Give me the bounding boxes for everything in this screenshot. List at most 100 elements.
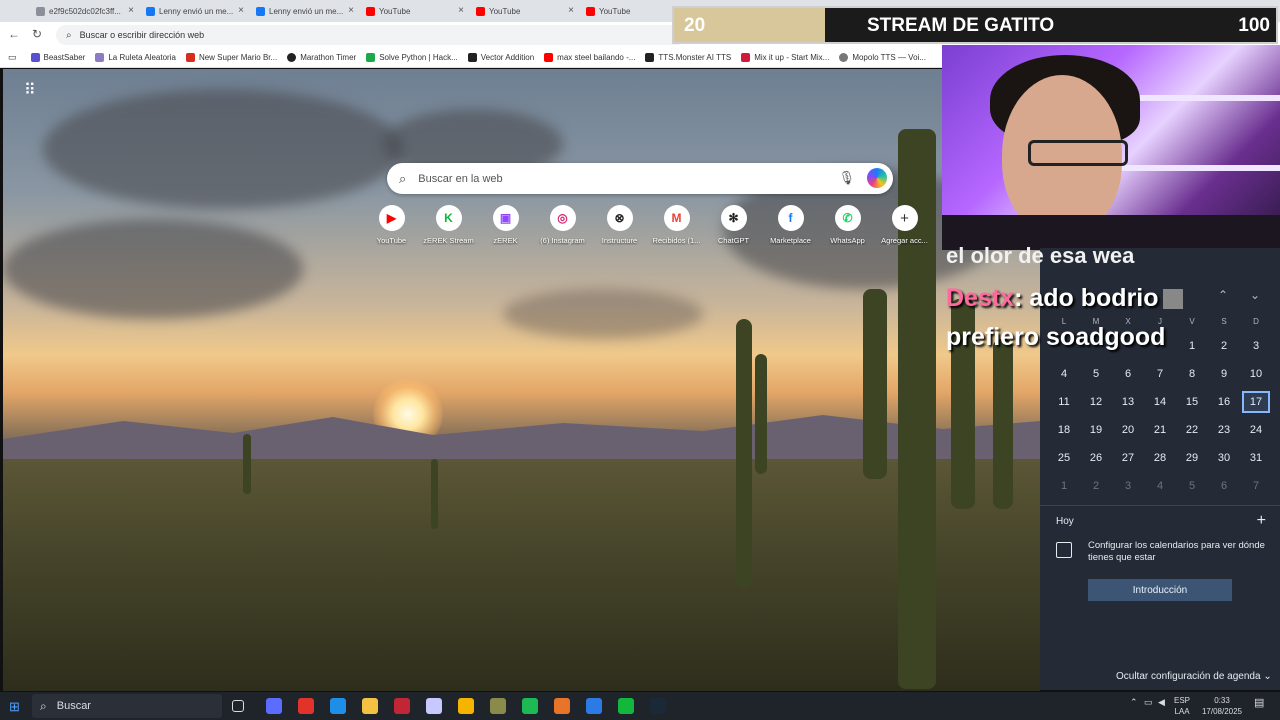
task-view-icon[interactable] (232, 700, 244, 712)
calendar-day[interactable]: 2 (1082, 475, 1110, 497)
taskbar-app-icon[interactable] (490, 698, 506, 714)
apps-grid-icon[interactable]: ⠿ (24, 83, 36, 99)
copilot-icon[interactable] (867, 168, 887, 188)
calendar-day[interactable]: 10 (1242, 363, 1270, 385)
calendar-day[interactable]: 11 (1050, 391, 1078, 413)
tab-close-icon[interactable]: × (238, 5, 244, 16)
tab-1[interactable]: Lenny envió un me... × (140, 2, 248, 20)
tab-5[interactable]: YouTube (580, 2, 670, 20)
shortcut-instagram[interactable]: ◎ (6) Instagram (534, 205, 591, 245)
shortcut-youtube[interactable]: ▶ YouTube (363, 205, 420, 245)
taskbar-app-icon[interactable] (394, 698, 410, 714)
calendar-day[interactable]: 27 (1114, 447, 1142, 469)
calendar-day[interactable]: 1 (1050, 475, 1078, 497)
web-search-input[interactable]: ⌕ Buscar en la web 🎙 (387, 163, 893, 194)
system-clock[interactable]: 0:33 17/08/2025 (1200, 695, 1244, 717)
calendar-day[interactable]: 25 (1050, 447, 1078, 469)
calendar-day[interactable]: 5 (1178, 475, 1206, 497)
bookmark-marathon-timer[interactable]: Marathon Timer (287, 53, 356, 62)
tab-3[interactable]: YouTube × (360, 2, 468, 20)
chevron-up-icon[interactable]: ⌃ (1130, 697, 1138, 708)
chevron-down-icon[interactable]: ⌄ (1250, 288, 1260, 302)
bookmark-mix-it-up[interactable]: Mix it up - Start Mix... (741, 53, 829, 62)
tab-close-icon[interactable]: × (568, 5, 574, 16)
notification-icon[interactable]: ▤ (1254, 696, 1264, 709)
taskbar-app-icon[interactable] (554, 698, 570, 714)
calendar-day[interactable]: 3 (1114, 475, 1142, 497)
calendar-day[interactable]: 13 (1114, 391, 1142, 413)
shortcut-gmail[interactable]: M Recibidos (1... (648, 205, 705, 245)
shortcut-zerek[interactable]: ▣ zEREK (477, 205, 534, 245)
calendar-day[interactable]: 26 (1082, 447, 1110, 469)
calendar-day[interactable]: 5 (1082, 363, 1110, 385)
calendar-day[interactable]: 18 (1050, 419, 1078, 441)
taskbar-app-icon[interactable] (266, 698, 282, 714)
network-icon[interactable]: ▭ (1144, 697, 1153, 708)
reload-icon[interactable]: ↻ (32, 27, 42, 41)
chevron-up-icon[interactable]: ⌃ (1218, 288, 1228, 302)
taskbar-app-icon[interactable] (618, 698, 634, 714)
calendar-day[interactable]: 28 (1146, 447, 1174, 469)
taskbar-app-icon[interactable] (522, 698, 538, 714)
calendar-day[interactable]: 21 (1146, 419, 1174, 441)
calendar-day[interactable]: 20 (1114, 419, 1142, 441)
bookmark-beastsaber[interactable]: BeastSaber (30, 53, 85, 62)
back-arrow-icon[interactable]: ← (8, 27, 20, 41)
calendar-day[interactable]: 4 (1146, 475, 1174, 497)
calendar-day[interactable]: 30 (1210, 447, 1238, 469)
language-indicator[interactable]: ESP LAA (1174, 695, 1190, 717)
calendar-day[interactable]: 2 (1210, 335, 1238, 357)
calendar-day[interactable]: 7 (1146, 363, 1174, 385)
taskbar-app-icon[interactable] (298, 698, 314, 714)
calendar-day[interactable]: 9 (1210, 363, 1238, 385)
calendar-day[interactable]: 31 (1242, 447, 1270, 469)
tab-2[interactable]: Lenny envió un me... × (250, 2, 358, 20)
tab-close-icon[interactable]: × (458, 5, 464, 16)
bookmark-max-steel[interactable]: max steel bailando -... (544, 53, 635, 62)
tab-search-icon[interactable]: ▭ (8, 52, 17, 63)
bookmark-hackerrank[interactable]: Solve Python | Hack... (366, 53, 458, 62)
calendar-day[interactable]: 1 (1178, 335, 1206, 357)
calendar-day[interactable]: 3 (1242, 335, 1270, 357)
calendar-day[interactable]: 16 (1210, 391, 1238, 413)
calendar-day[interactable]: 8 (1178, 363, 1206, 385)
taskbar-app-icon[interactable] (362, 698, 378, 714)
taskbar-app-icon[interactable] (650, 698, 666, 714)
taskbar-app-icon[interactable] (586, 698, 602, 714)
introduction-button[interactable]: Introducción (1088, 579, 1232, 601)
shortcut-instructure[interactable]: ⊗ Instructure (591, 205, 648, 245)
tab-close-icon[interactable]: × (348, 5, 354, 16)
shortcut-marketplace[interactable]: f Marketplace (762, 205, 819, 245)
hide-agenda-link[interactable]: Ocultar configuración de agenda ⌄ (1116, 671, 1272, 682)
taskbar-app-icon[interactable] (426, 698, 442, 714)
add-event-icon[interactable]: + (1257, 512, 1266, 530)
calendar-day[interactable]: 24 (1242, 419, 1270, 441)
taskbar-search[interactable]: ⌕ Buscar (32, 694, 222, 718)
calendar-day[interactable]: 17 (1242, 391, 1270, 413)
calendar-day[interactable]: 19 (1082, 419, 1110, 441)
bookmark-mario[interactable]: New Super Mario Br... (185, 53, 277, 62)
taskbar-app-icon[interactable] (330, 698, 346, 714)
calendar-day[interactable]: 4 (1050, 363, 1078, 385)
windows-start-icon[interactable]: ⊞ (9, 699, 20, 715)
calendar-day[interactable]: 6 (1210, 475, 1238, 497)
volume-icon[interactable]: ◀ (1158, 697, 1165, 708)
calendar-day[interactable]: 15 (1178, 391, 1206, 413)
calendar-day[interactable]: 14 (1146, 391, 1174, 413)
shortcut-whatsapp[interactable]: ✆ WhatsApp (819, 205, 876, 245)
url-input[interactable]: ⌕ Buscar o escribir dirección web (56, 25, 686, 45)
calendar-day[interactable]: 22 (1178, 419, 1206, 441)
bookmark-vector-addition[interactable]: Vector Addition (467, 53, 534, 62)
calendar-day[interactable]: 12 (1082, 391, 1110, 413)
calendar-day[interactable]: 6 (1114, 363, 1142, 385)
calendar-day[interactable]: 7 (1242, 475, 1270, 497)
bookmark-tts-monster[interactable]: TTS.Monster AI TTS (645, 53, 731, 62)
bookmark-mopolo-tts[interactable]: Mopolo TTS — Voi... (839, 53, 926, 62)
calendar-day[interactable]: 29 (1178, 447, 1206, 469)
microphone-icon[interactable]: 🎙 (838, 170, 855, 186)
tab-close-icon[interactable]: × (128, 5, 134, 16)
shortcut-chatgpt[interactable]: ✻ ChatGPT (705, 205, 762, 245)
calendar-day[interactable]: 23 (1210, 419, 1238, 441)
taskbar-app-icon[interactable] (458, 698, 474, 714)
shortcut-zerek-stream[interactable]: KzEREK Stream (420, 205, 477, 245)
